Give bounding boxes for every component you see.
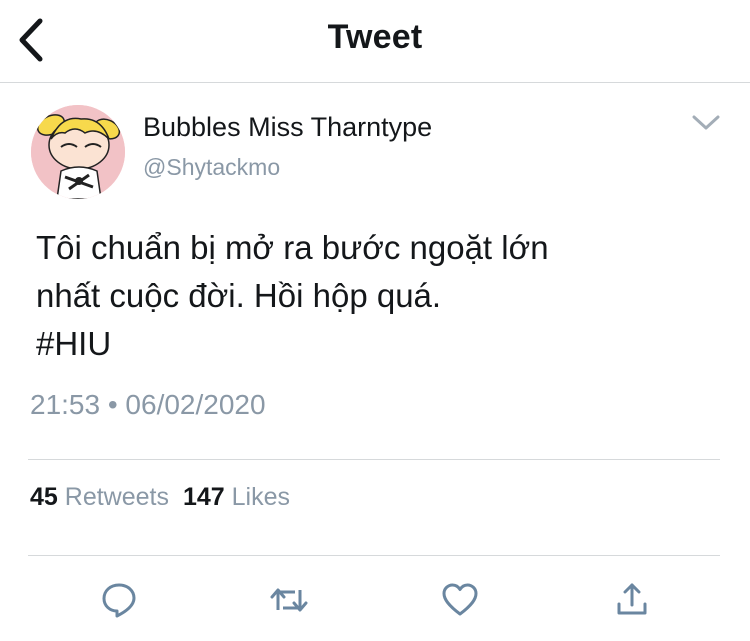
- likes-count: 147: [182, 483, 225, 511]
- tweet-text-line: nhất cuộc đời. Hồi hộp quá.: [36, 277, 442, 314]
- avatar-bubbles-image: [31, 105, 125, 199]
- tweet-timestamp: 21:53 • 06/02/2020: [30, 389, 266, 420]
- tweet-body: Tôi chuẩn bị mở ra bước ngoặt lớn nhất c…: [36, 224, 716, 368]
- engagement-stats: 45 Retweets 147 Likes: [30, 483, 290, 512]
- retweet-button[interactable]: [267, 578, 311, 622]
- tweet-text-line: Tôi chuẩn bị mở ra bước ngoặt lớn: [36, 229, 549, 266]
- retweets-count: 45: [30, 483, 58, 511]
- retweets-stat[interactable]: 45 Retweets: [30, 483, 169, 511]
- share-button[interactable]: [610, 578, 654, 622]
- tweet-detail-screen: Tweet Bubbles Miss Tharntype @Shytackmo: [0, 0, 750, 641]
- retweets-label: Retweets: [64, 483, 169, 511]
- avatar[interactable]: [31, 105, 125, 199]
- page-title: Tweet: [327, 18, 423, 56]
- divider: [28, 555, 720, 556]
- top-bar: Tweet: [0, 0, 750, 83]
- share-icon: [617, 583, 647, 615]
- likes-label: Likes: [231, 483, 291, 511]
- reply-button[interactable]: [97, 578, 141, 622]
- reply-icon: [102, 583, 136, 618]
- author-display-name[interactable]: Bubbles Miss Tharntype: [143, 112, 432, 143]
- divider: [28, 459, 720, 460]
- likes-stat[interactable]: 147 Likes: [183, 483, 290, 511]
- heart-icon: [442, 583, 478, 616]
- retweet-icon: [270, 588, 308, 612]
- author-handle[interactable]: @Shytackmo: [143, 154, 280, 181]
- like-button[interactable]: [438, 578, 482, 622]
- hashtag-link[interactable]: #HIU: [36, 320, 716, 368]
- more-options-button[interactable]: [688, 108, 724, 138]
- chevron-down-icon: [692, 115, 720, 130]
